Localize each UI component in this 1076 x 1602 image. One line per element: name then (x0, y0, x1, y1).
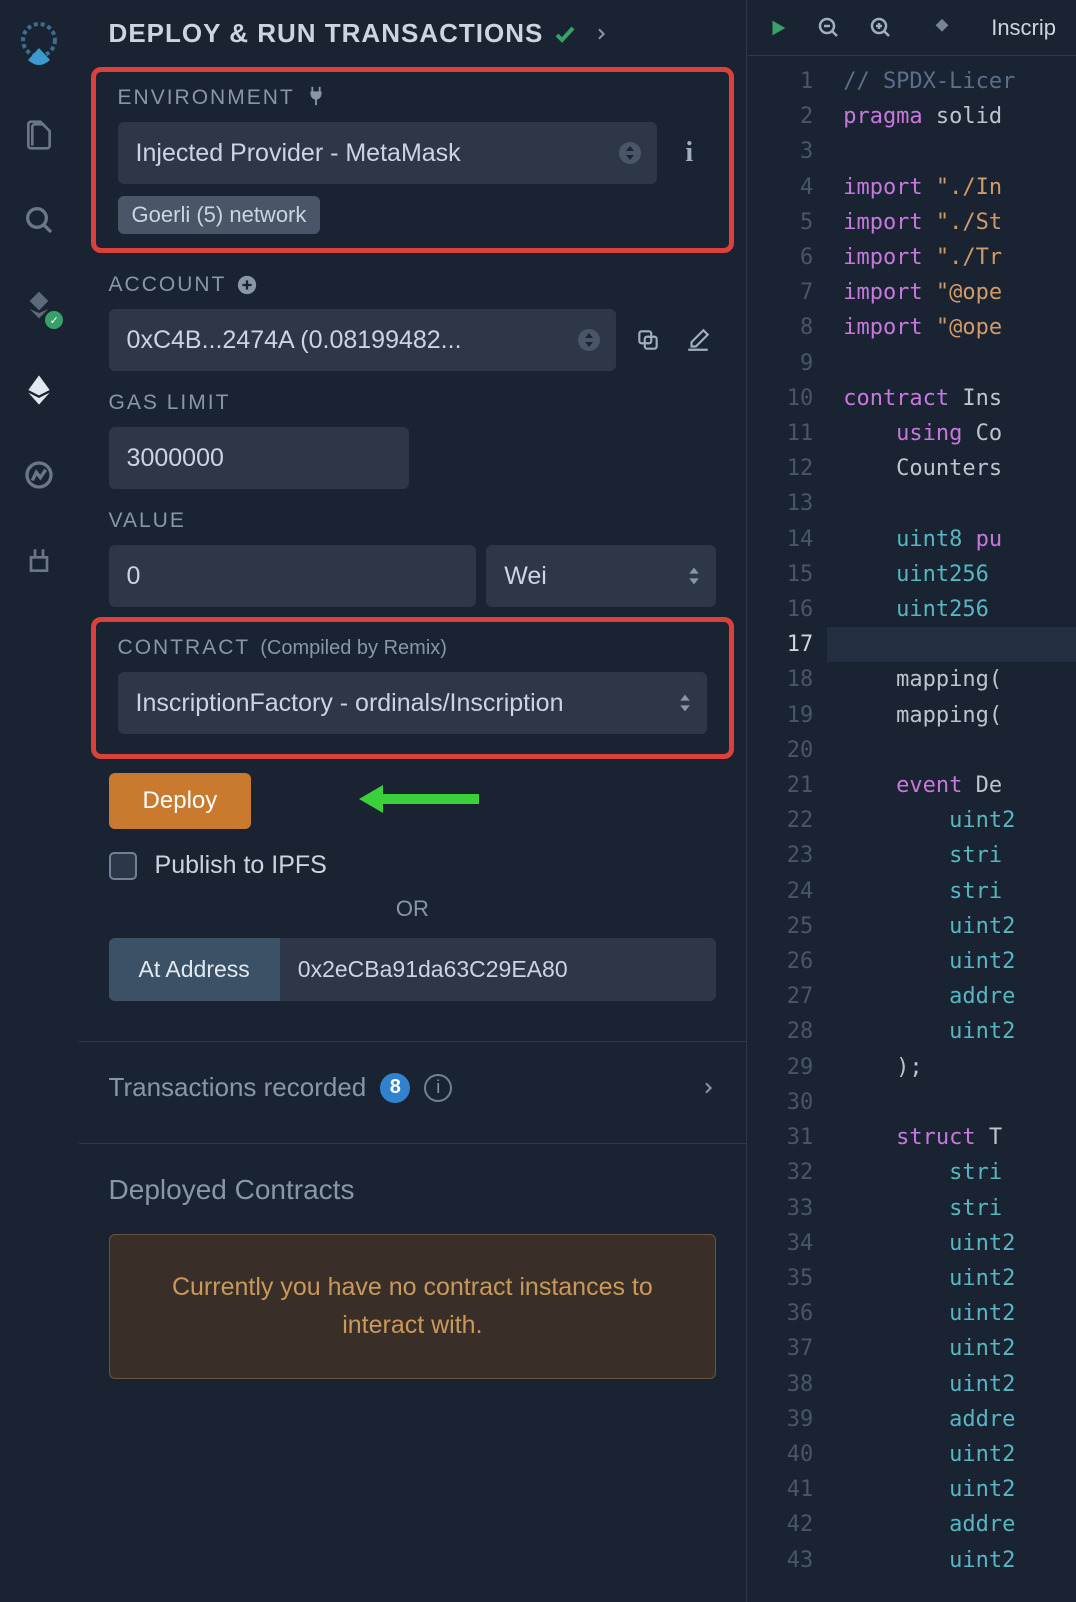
transactions-label: Transactions recorded (109, 1072, 367, 1103)
select-arrows-icon (679, 694, 691, 712)
search-icon[interactable] (19, 200, 59, 240)
contract-hint: (Compiled by Remix) (260, 637, 447, 660)
account-label: ACCOUNT (109, 273, 227, 297)
solidity-file-icon (931, 17, 953, 39)
chevron-right-icon[interactable] (593, 22, 609, 46)
debugger-icon[interactable] (19, 455, 59, 495)
panel-title: DEPLOY & RUN TRANSACTIONS (109, 18, 544, 49)
account-select[interactable]: 0xC4B...2474A (0.08199482... (109, 309, 617, 371)
code-content[interactable]: // SPDX-Licerpragma solid import "./Inim… (827, 56, 1076, 1602)
deploy-run-icon[interactable] (19, 370, 59, 410)
at-address-input[interactable] (280, 938, 716, 1001)
contract-select[interactable]: InscriptionFactory - ordinals/Inscriptio… (118, 672, 708, 734)
editor-toolbar: Inscrip (747, 0, 1076, 56)
select-arrows-icon (688, 567, 700, 585)
copy-account-icon[interactable] (630, 322, 666, 358)
select-arrows-icon (578, 329, 600, 351)
deploy-button[interactable]: Deploy (109, 773, 252, 829)
file-explorer-icon[interactable] (19, 115, 59, 155)
arrow-hint-icon (359, 779, 479, 819)
contract-highlight: CONTRACT (Compiled by Remix) Inscription… (91, 617, 735, 759)
network-chip: Goerli (5) network (118, 196, 321, 234)
select-arrows-icon (619, 142, 641, 164)
or-label: OR (109, 896, 717, 922)
deploy-run-panel: DEPLOY & RUN TRANSACTIONS ENVIRONMENT In… (79, 0, 747, 1602)
play-icon[interactable] (767, 17, 789, 39)
chevron-right-icon[interactable] (700, 1076, 716, 1100)
environment-info-icon[interactable]: i (671, 135, 707, 171)
environment-highlight: ENVIRONMENT Injected Provider - MetaMask… (91, 67, 735, 253)
solidity-compiler-icon[interactable]: ✓ (19, 285, 59, 325)
transactions-count: 8 (380, 1073, 410, 1103)
gas-limit-label: GAS LIMIT (109, 391, 231, 415)
zoom-in-icon[interactable] (869, 16, 893, 40)
add-account-icon[interactable] (236, 274, 258, 296)
gas-limit-input[interactable] (109, 427, 409, 489)
environment-label: ENVIRONMENT (118, 86, 295, 110)
at-address-button[interactable]: At Address (109, 938, 280, 1001)
deployed-empty-notice: Currently you have no contract instances… (109, 1234, 717, 1379)
editor-filename[interactable]: Inscrip (991, 15, 1056, 41)
transactions-recorded-row[interactable]: Transactions recorded 8 i (79, 1062, 747, 1113)
edit-account-icon[interactable] (680, 322, 716, 358)
divider (79, 1143, 747, 1144)
environment-select[interactable]: Injected Provider - MetaMask (118, 122, 658, 184)
divider (79, 1041, 747, 1042)
plugin-manager-icon[interactable] (19, 540, 59, 580)
panel-header: DEPLOY & RUN TRANSACTIONS (79, 0, 747, 67)
check-icon (553, 22, 577, 46)
value-input[interactable] (109, 545, 477, 607)
publish-ipfs-checkbox[interactable] (109, 852, 137, 880)
deployed-contracts-title: Deployed Contracts (79, 1164, 747, 1224)
remix-logo[interactable] (14, 20, 64, 70)
plug-icon (305, 85, 327, 107)
contract-label: CONTRACT (118, 636, 251, 660)
code-editor: Inscrip 12345678910111213141516171819202… (746, 0, 1076, 1602)
value-label: VALUE (109, 509, 186, 533)
line-gutter: 1234567891011121314151617181920212223242… (747, 56, 827, 1602)
compiler-ok-badge: ✓ (45, 311, 63, 329)
info-icon[interactable]: i (424, 1074, 452, 1102)
zoom-out-icon[interactable] (817, 16, 841, 40)
publish-ipfs-label: Publish to IPFS (155, 851, 327, 880)
icon-sidebar: ✓ (0, 0, 79, 1602)
value-unit-select[interactable]: Wei (486, 545, 716, 607)
